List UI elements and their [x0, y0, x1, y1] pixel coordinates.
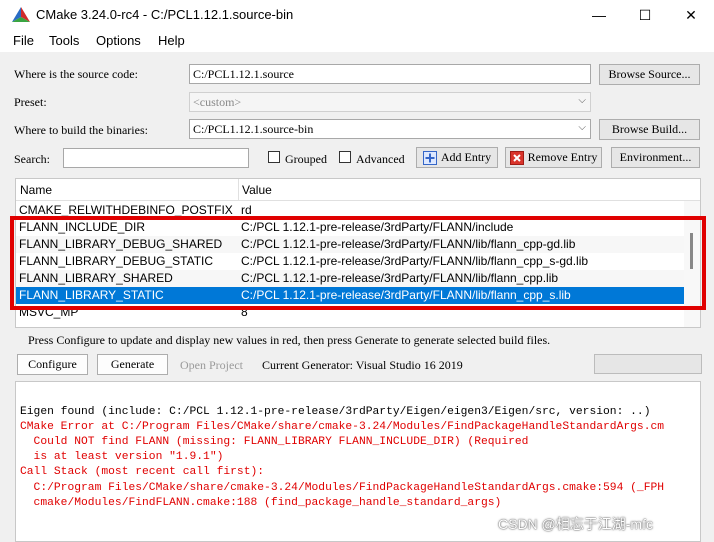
log-line: C:/Program Files/CMake/share/cmake-3.24/… — [20, 482, 665, 494]
status-message: Press Configure to update and display ne… — [28, 333, 551, 347]
menu-options[interactable]: Options — [96, 33, 141, 48]
log-line: Call Stack (most recent call first): — [20, 466, 265, 478]
generate-button[interactable]: Generate — [97, 354, 168, 375]
current-generator-label: Current Generator: Visual Studio 16 2019 — [262, 358, 463, 372]
build-label: Where to build the binaries: — [14, 123, 148, 137]
grouped-label: Grouped — [285, 152, 327, 166]
source-path-input[interactable]: C:/PCL1.12.1.source — [189, 64, 591, 84]
minimize-button[interactable]: — — [576, 0, 622, 30]
remove-entry-button[interactable]: Remove Entry — [505, 147, 602, 168]
add-entry-button[interactable]: Add Entry — [416, 147, 498, 168]
build-path-combo[interactable]: C:/PCL1.12.1.source-bin ⌵ — [189, 119, 591, 139]
environment-button[interactable]: Environment... — [611, 147, 700, 168]
log-line: Could NOT find FLANN (missing: FLANN_LIB… — [20, 436, 529, 448]
search-label: Search: — [14, 152, 50, 166]
row-value: rd — [241, 203, 252, 217]
preset-label: Preset: — [14, 95, 47, 109]
plus-icon — [422, 150, 437, 165]
build-path-value: C:/PCL1.12.1.source-bin — [193, 122, 314, 136]
remove-entry-label: Remove Entry — [527, 150, 598, 164]
log-line: CMake Error at C:/Program Files/CMake/sh… — [20, 421, 665, 433]
browse-source-button[interactable]: Browse Source... — [599, 64, 700, 85]
column-divider[interactable] — [238, 179, 239, 201]
column-header-value[interactable]: Value — [242, 183, 272, 197]
source-label: Where is the source code: — [14, 67, 138, 81]
maximize-button[interactable]: ☐ — [622, 0, 668, 30]
chevron-down-icon: ⌵ — [578, 95, 586, 106]
column-header-name[interactable]: Name — [20, 183, 52, 197]
configure-button[interactable]: Configure — [17, 354, 88, 375]
remove-icon — [509, 150, 524, 165]
preset-value: <custom> — [193, 95, 242, 109]
menu-tools[interactable]: Tools — [49, 33, 79, 48]
log-line: cmake/Modules/FindFLANN.cmake:188 (find_… — [20, 497, 502, 509]
annotation-highlight-box — [10, 216, 706, 310]
watermark: CSDN @相忘于江湖-mfc — [498, 516, 653, 532]
log-line: Eigen found (include: C:/PCL 1.12.1-pre-… — [20, 406, 651, 418]
advanced-checkbox[interactable] — [339, 151, 351, 163]
log-line: is at least version "1.9.1") — [20, 451, 224, 463]
progress-bar — [594, 354, 702, 374]
browse-build-button[interactable]: Browse Build... — [599, 119, 700, 140]
search-input[interactable] — [63, 148, 249, 168]
add-entry-label: Add Entry — [440, 150, 492, 164]
preset-combo[interactable]: <custom> ⌵ — [189, 92, 591, 112]
open-project-button[interactable]: Open Project — [180, 358, 243, 373]
grouped-checkbox[interactable] — [268, 151, 280, 163]
advanced-label: Advanced — [356, 152, 405, 166]
row-name: CMAKE_RELWITHDEBINFO_POSTFIX — [19, 203, 233, 217]
table-header: Name Value — [16, 179, 700, 201]
cmake-logo-icon — [12, 7, 30, 22]
close-button[interactable]: ✕ — [668, 0, 714, 30]
menu-file[interactable]: File — [13, 33, 34, 48]
chevron-down-icon: ⌵ — [578, 122, 586, 133]
window-title: CMake 3.24.0-rc4 - C:/PCL1.12.1.source-b… — [36, 7, 294, 22]
menu-help[interactable]: Help — [158, 33, 185, 48]
